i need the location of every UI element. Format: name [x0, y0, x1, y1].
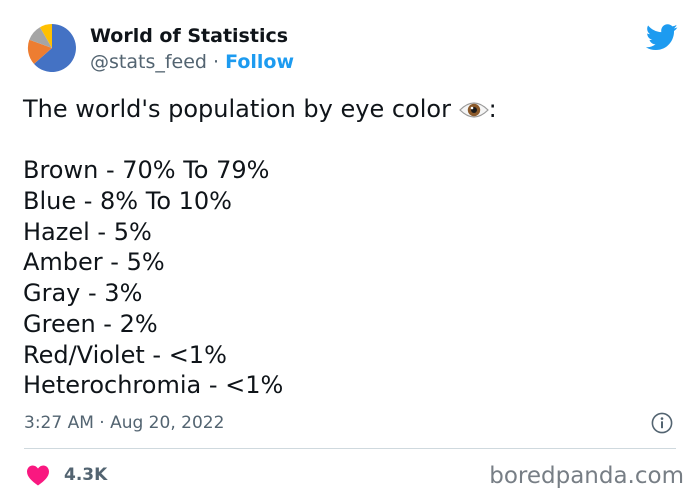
- tweet-intro: The world's population by eye color: [23, 95, 451, 123]
- stat-line-red-violet: Red/Violet - <1%: [23, 340, 227, 369]
- twitter-bird-icon[interactable]: [646, 24, 678, 51]
- eye-emoji-icon: [458, 102, 489, 118]
- author-handle[interactable]: @stats_feed: [90, 51, 207, 73]
- avatar[interactable]: [26, 22, 78, 74]
- tweet-intro-line: The world's population by eye color :: [23, 94, 497, 125]
- stat-line-gray: Gray - 3%: [23, 279, 143, 308]
- handle-separator: ·: [213, 51, 220, 73]
- divider: [24, 448, 676, 449]
- watermark: boredpanda.com: [489, 463, 684, 489]
- stat-line-brown: Brown - 70% To 79%: [23, 156, 270, 185]
- stat-line-hazel: Hazel - 5%: [23, 217, 152, 246]
- heart-icon[interactable]: [26, 464, 50, 486]
- tweet-header: World of Statistics @stats_feed · Follow: [26, 22, 686, 78]
- follow-button[interactable]: Follow: [225, 51, 294, 73]
- tweet-body: The world's population by eye color : Br…: [23, 94, 497, 401]
- tweet-intro-colon: :: [488, 95, 497, 123]
- author-name[interactable]: World of Statistics: [90, 23, 288, 49]
- like-count: 4.3K: [64, 465, 108, 485]
- stat-line-heterochromia: Heterochromia - <1%: [23, 371, 284, 400]
- like-action[interactable]: 4.3K: [26, 460, 107, 490]
- author-handle-row: @stats_feed · Follow: [90, 49, 294, 75]
- stat-line-green: Green - 2%: [23, 309, 158, 338]
- pie-chart-avatar-icon: [26, 22, 78, 74]
- stat-line-blue: Blue - 8% To 10%: [23, 187, 232, 216]
- tweet-timestamp[interactable]: 3:27 AM · Aug 20, 2022: [24, 410, 224, 436]
- stat-line-amber: Amber - 5%: [23, 248, 165, 277]
- info-icon[interactable]: [651, 412, 673, 434]
